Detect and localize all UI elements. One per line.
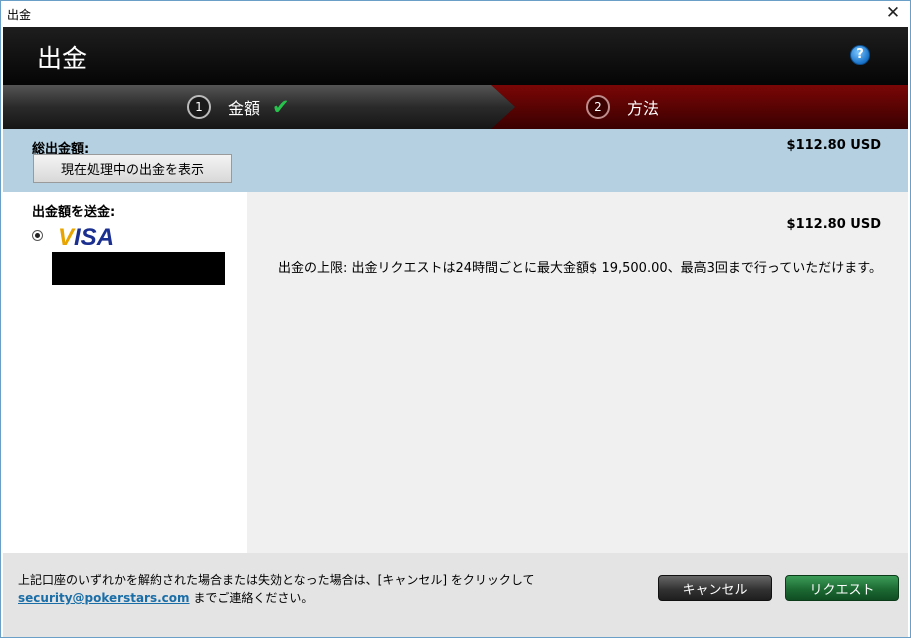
request-button[interactable]: リクエスト <box>785 575 899 601</box>
dialog-header: 出金 ? <box>3 27 908 85</box>
send-to-label: 出金額を送金: <box>32 205 116 220</box>
withdrawal-amount: $112.80 USD <box>786 217 881 232</box>
withdrawal-detail-panel: $112.80 USD 出金の上限: 出金リクエストは24時間ごとに最大金額$ … <box>247 192 908 553</box>
cancel-button[interactable]: キャンセル <box>658 575 772 601</box>
visa-logo: VISA <box>58 224 115 251</box>
footer-note-line1: 上記口座のいずれかを解約された場合または失効となった場合は、[キャンセル] をク… <box>18 573 535 587</box>
footer-note: 上記口座のいずれかを解約された場合または失効となった場合は、[キャンセル] をク… <box>18 571 534 607</box>
close-icon[interactable]: ✕ <box>882 3 904 23</box>
step-label: 方法 <box>627 99 660 118</box>
total-withdrawal-bar: 総出金額: $112.80 USD 現在処理中の出金を表示 <box>3 129 908 192</box>
security-email-link[interactable]: security@pokerstars.com <box>18 591 190 605</box>
checkmark-icon: ✔ <box>272 95 290 119</box>
page-title: 出金 <box>37 44 88 73</box>
window-titlebar: 出金 ✕ <box>1 1 910 27</box>
visa-radio[interactable] <box>32 230 43 241</box>
dialog-footer: 上記口座のいずれかを解約された場合または失効となった場合は、[キャンセル] をク… <box>3 553 908 637</box>
step-number: 1 <box>187 95 211 119</box>
withdrawal-dialog: 出金 ✕ 出金 ? 1 金額 ✔ 2 方法 総出金額: $112.80 USD … <box>0 0 911 638</box>
payment-method-panel: 出金額を送金: VISA <box>3 192 247 553</box>
withdrawal-limit-text: 出金の上限: 出金リクエストは24時間ごとに最大金額$ 19,500.00、最高… <box>278 261 882 276</box>
step-indicator: 1 金額 ✔ 2 方法 <box>3 85 908 129</box>
footer-note-line2: までご連絡ください。 <box>189 591 314 605</box>
step-label: 金額 <box>228 99 261 118</box>
window-title: 出金 <box>7 8 32 22</box>
total-amount: $112.80 USD <box>786 138 881 153</box>
show-pending-withdrawals-button[interactable]: 現在処理中の出金を表示 <box>33 154 232 183</box>
step-method: 2 方法 <box>586 94 659 120</box>
step-amount: 1 金額 ✔ <box>187 94 290 120</box>
help-icon[interactable]: ? <box>850 45 870 65</box>
card-number-redacted <box>52 252 225 285</box>
step-number: 2 <box>586 95 610 119</box>
